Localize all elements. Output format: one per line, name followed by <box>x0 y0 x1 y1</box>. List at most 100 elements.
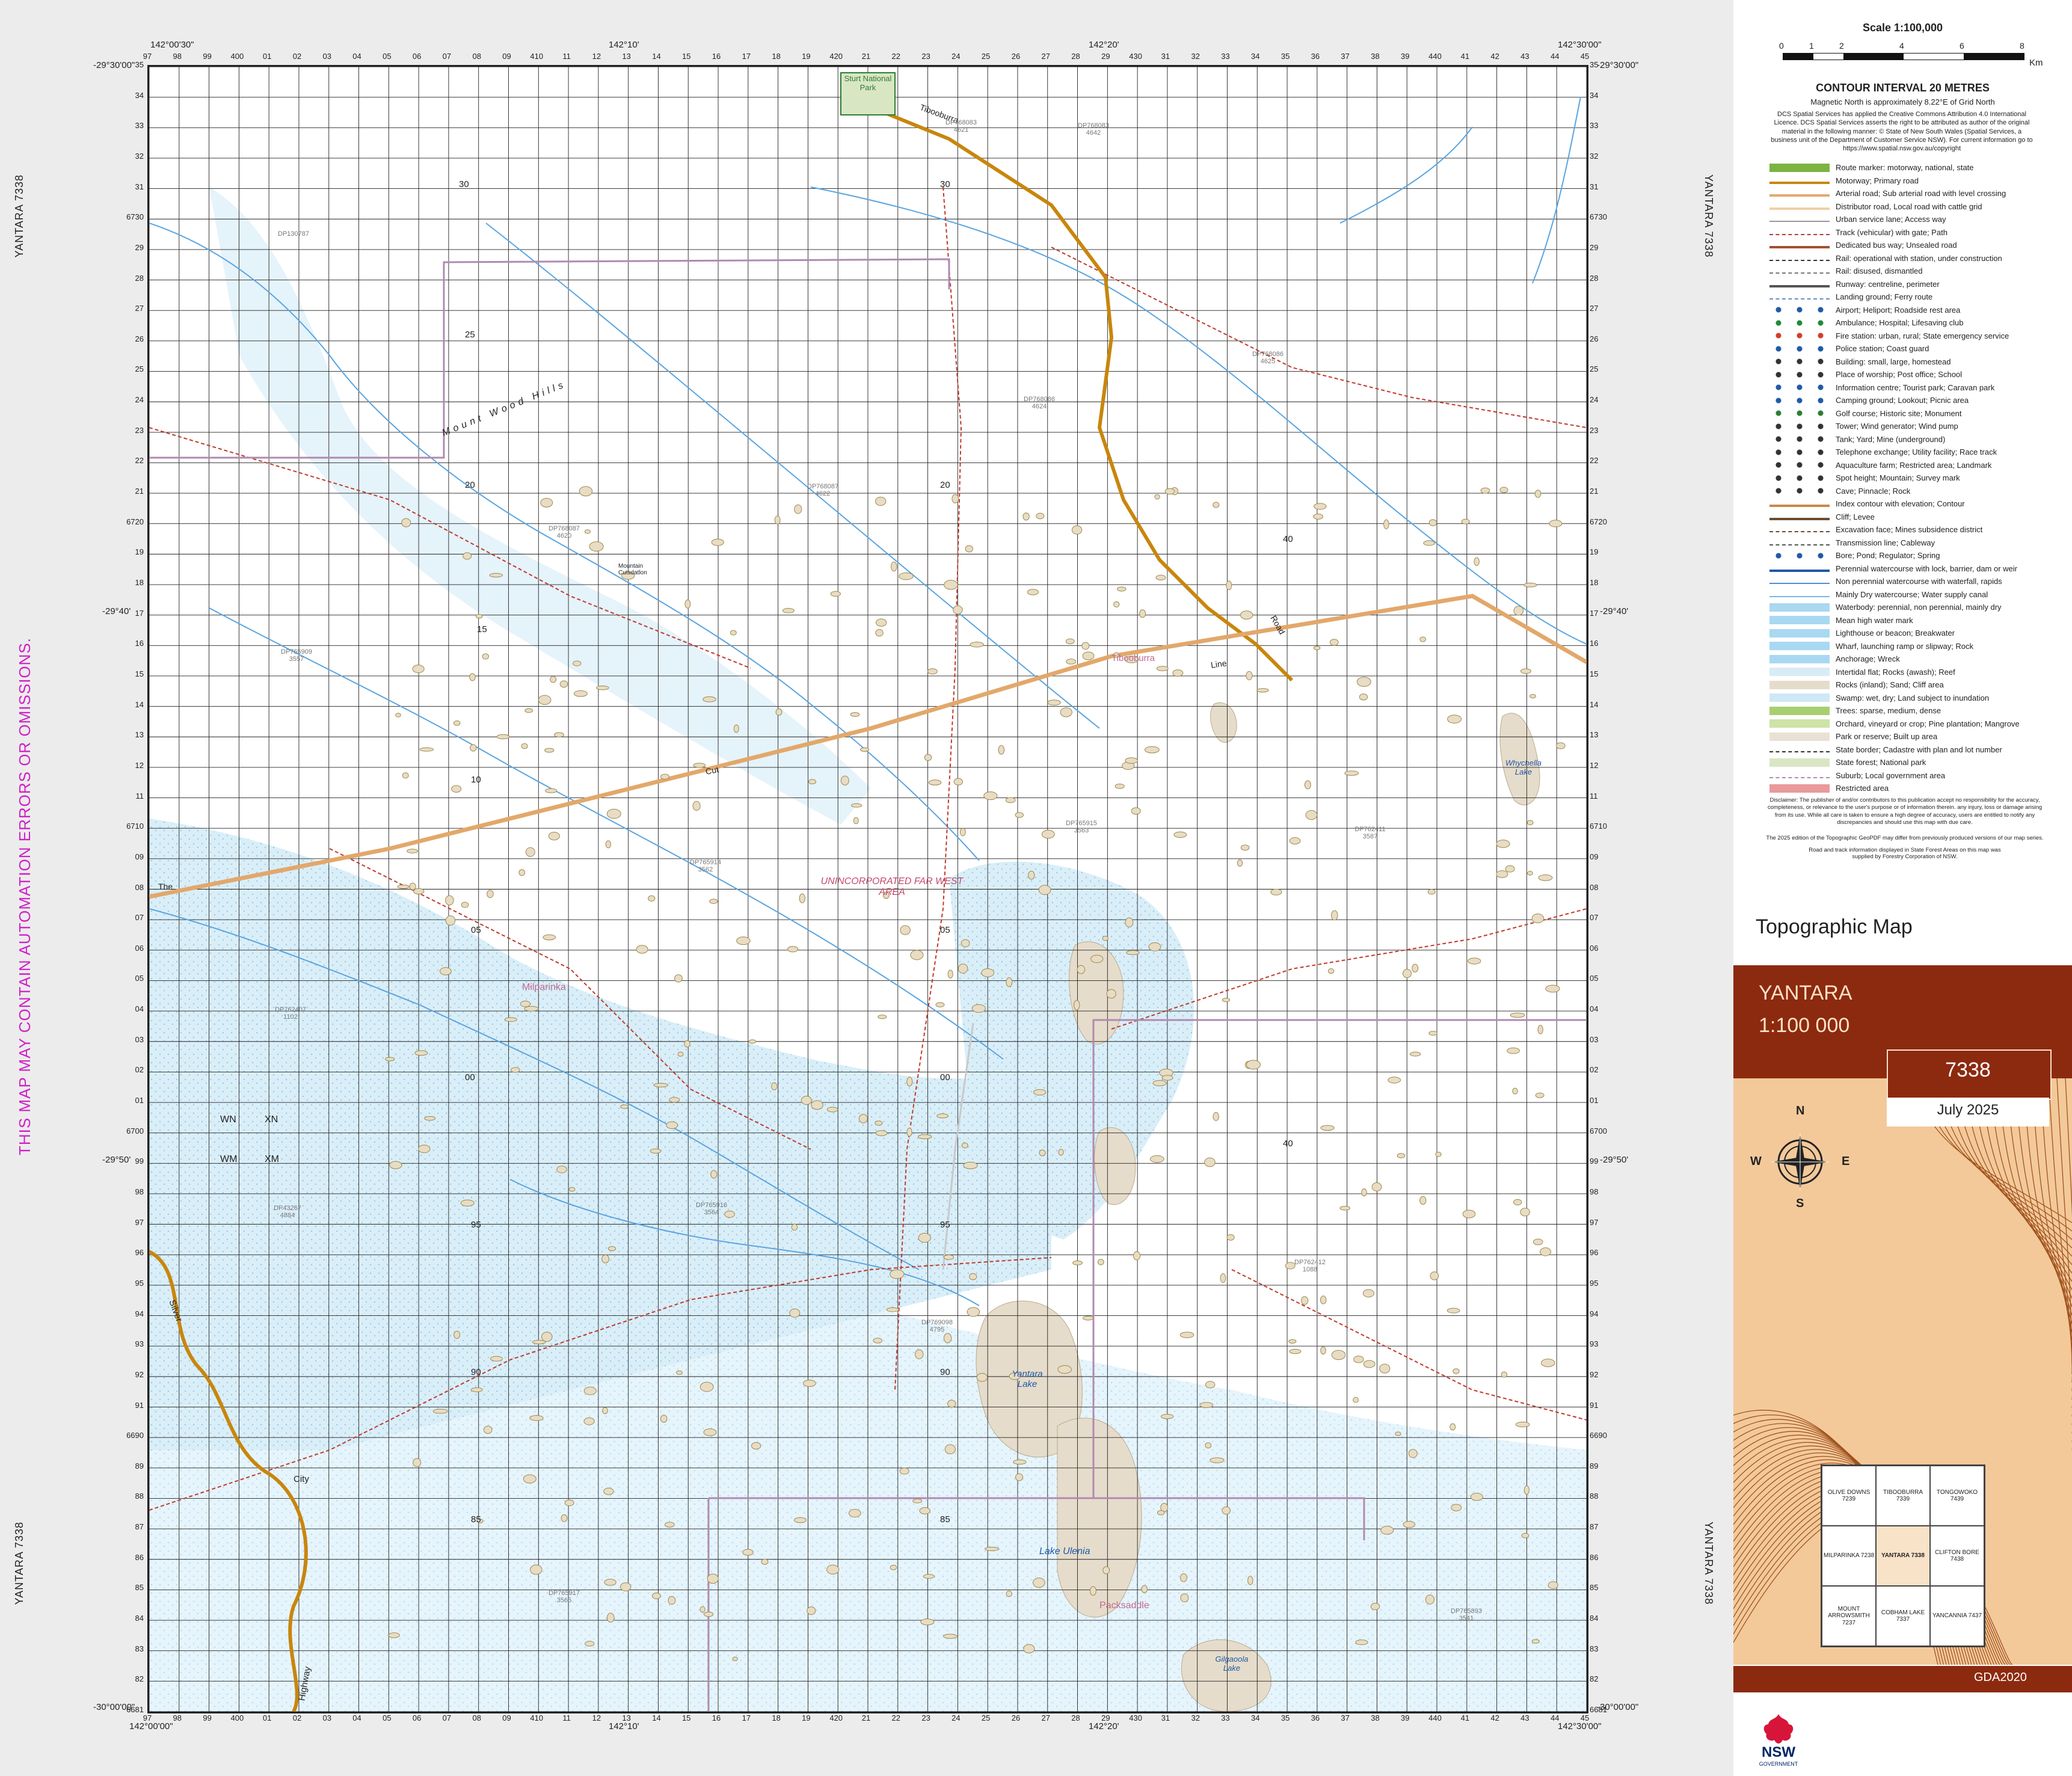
northing-label: 87 <box>135 1522 144 1532</box>
vegetation-mound <box>947 969 953 979</box>
northing-label: 28 <box>135 273 144 283</box>
northing-label: 22 <box>1590 456 1599 466</box>
northing-label: 07 <box>1590 913 1599 923</box>
vegetation-mound <box>1246 1060 1261 1070</box>
legend-row: Swamp: wet, dry; Land subject to inundat… <box>1733 692 2072 705</box>
easting-label: 39 <box>1401 52 1410 61</box>
vegetation-mound <box>1072 1260 1083 1265</box>
easting-label: 01 <box>262 1713 272 1722</box>
northing-label: 02 <box>1590 1065 1599 1075</box>
easting-label: 09 <box>502 1713 511 1722</box>
vegetation-mound <box>1199 1402 1214 1409</box>
vegetation-mound <box>445 915 456 926</box>
vegetation-mound <box>981 968 995 977</box>
vegetation-mound <box>807 1606 816 1615</box>
easting-label: 32 <box>1191 52 1200 61</box>
vegetation-mound <box>761 1558 769 1565</box>
easting-label: 420 <box>829 1713 843 1722</box>
compass-icon <box>1762 1117 1839 1207</box>
legend-symbol <box>1769 592 1830 597</box>
northing-label: 89 <box>1590 1461 1599 1470</box>
legend-label: Fire station: urban, rural; State emerge… <box>1836 331 2009 340</box>
vegetation-mound <box>1066 659 1077 665</box>
map-canvas[interactable]: Sturt National Park Tibooburra Tibooburr… <box>147 65 1588 1713</box>
legend-symbol <box>1769 409 1830 418</box>
northing-label: 15 <box>1590 669 1599 678</box>
compass-w: W <box>1750 1155 1762 1168</box>
vegetation-mound <box>1065 638 1075 645</box>
legend-label: Cave; Pinnacle; Rock <box>1836 486 1911 496</box>
vegetation-mound <box>1240 610 1253 620</box>
easting-label: 08 <box>472 52 481 61</box>
vegetation-mound <box>1131 807 1141 815</box>
easting-label: 33 <box>1221 52 1230 61</box>
northing-label: 82 <box>135 1674 144 1684</box>
easting-label: 45 <box>1580 1713 1590 1722</box>
vegetation-mound <box>1355 1639 1368 1645</box>
lot-label: DP765915 3563 <box>1066 820 1097 834</box>
vegetation-mound <box>1451 1504 1462 1511</box>
vegetation-mound <box>669 1097 680 1103</box>
vegetation-mound <box>684 1040 690 1048</box>
vegetation-mound <box>912 1498 923 1504</box>
vegetation-mound <box>1419 636 1427 642</box>
vegetation-mound <box>413 1458 422 1467</box>
vegetation-mound <box>1114 783 1125 789</box>
easting-label: 34 <box>1251 1713 1260 1722</box>
legend-label: Aquaculture farm; Restricted area; Landm… <box>1836 460 1992 470</box>
legend-symbol <box>1769 784 1830 793</box>
grid-value-label: 20 <box>465 480 475 490</box>
vegetation-mound <box>875 629 884 637</box>
vegetation-mound <box>573 690 588 697</box>
grid-value-label: 40 <box>1283 534 1293 544</box>
legend-row: Tank; Yard; Mine (underground) <box>1733 433 2072 446</box>
legend-symbol <box>1769 680 1830 689</box>
vegetation-mound <box>970 642 984 648</box>
legend-symbol <box>1769 294 1830 300</box>
easting-label: 24 <box>951 52 961 61</box>
easting-label: 03 <box>322 1713 331 1722</box>
vegetation-mound <box>959 828 966 837</box>
legend-symbol <box>1769 719 1830 728</box>
easting-label: 32 <box>1191 1713 1200 1722</box>
vegetation-mound <box>873 1338 883 1344</box>
label-packsaddle: Packsaddle <box>1099 1600 1149 1611</box>
vegetation-mound <box>1157 1510 1165 1516</box>
vegetation-mound <box>983 791 998 800</box>
legend-symbol <box>1769 163 1830 172</box>
vegetation-mound <box>1097 1259 1104 1265</box>
easting-label: 27 <box>1041 1713 1050 1722</box>
legend-row: Track (vehicular) with gate; Path <box>1733 226 2072 239</box>
easting-label: 430 <box>1129 1713 1142 1722</box>
northing-label: 21 <box>135 487 144 496</box>
easting-label: 41 <box>1460 52 1470 61</box>
easting-label: 39 <box>1401 1713 1410 1722</box>
vegetation-mound <box>789 1308 801 1318</box>
vegetation-mound <box>1205 1442 1212 1449</box>
legend-label: State border; Cadastre with plan and lot… <box>1836 745 2002 754</box>
vegetation-mound <box>470 744 477 752</box>
vegetation-mound <box>554 732 564 737</box>
easting-label: 22 <box>891 52 901 61</box>
northing-label: 24 <box>1590 395 1599 405</box>
grid-value-label: 00 <box>940 1072 950 1083</box>
easting-label: 07 <box>442 1713 452 1722</box>
legend-label: Lighthouse or beacon; Breakwater <box>1836 628 1955 638</box>
vegetation-mound <box>733 724 739 733</box>
vegetation-mound <box>906 1077 913 1087</box>
northing-label: 25 <box>1590 364 1599 374</box>
map-sidebar: Scale 1:100,000 0 1 2 4 6 8 Km CONTOUR INTERV… <box>1733 0 2072 1776</box>
vegetation-mound <box>1047 699 1061 706</box>
topographic-map-title: Topographic Map <box>1756 915 1913 938</box>
vegetation-mound <box>402 772 409 779</box>
lot-label: DP762407 1102 <box>275 1006 306 1021</box>
northing-label: 33 <box>1590 121 1599 131</box>
vegetation-mound <box>1370 1603 1380 1611</box>
vegetation-mound <box>1126 950 1140 955</box>
lot-label: DP768083 4621 <box>945 119 977 134</box>
legend-symbol <box>1769 500 1830 508</box>
vegetation-mound <box>943 1633 958 1639</box>
vegetation-mound <box>548 832 561 841</box>
vegetation-mound <box>583 1386 597 1395</box>
northing-label: 93 <box>1590 1339 1599 1349</box>
